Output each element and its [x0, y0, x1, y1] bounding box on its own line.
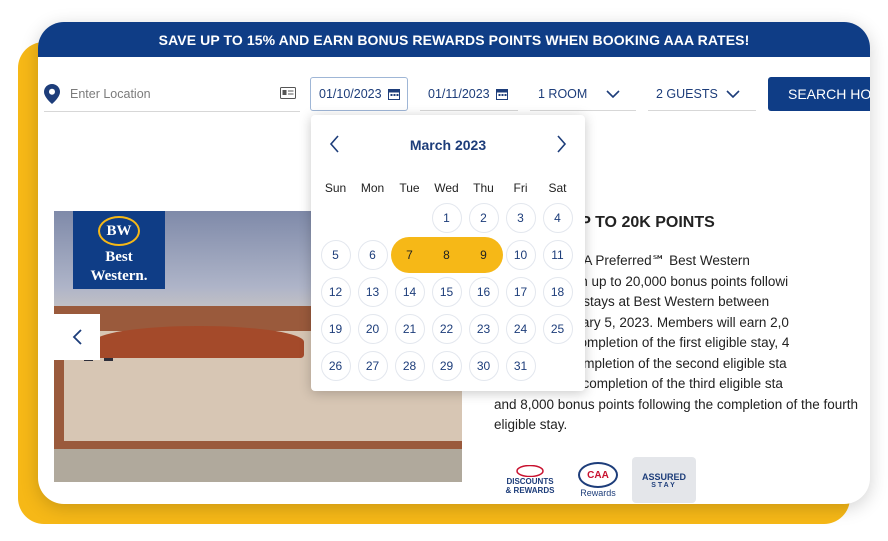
chevron-down-icon — [726, 89, 740, 98]
aaa-badge-line1: DISCOUNTS — [506, 477, 554, 486]
checkout-date-field[interactable]: 01/11/2023 — [420, 77, 518, 111]
logo-line-2: Western. — [90, 268, 148, 284]
logo-mark: BW — [98, 216, 140, 246]
search-hotels-button[interactable]: SEARCH HOT — [768, 77, 870, 111]
weekday-label: Mon — [360, 181, 385, 195]
assured-badge-line2: STAY — [651, 481, 677, 489]
calendar-day[interactable]: 17 — [505, 277, 536, 307]
location-field[interactable]: Enter Location — [44, 77, 300, 112]
calendar-day[interactable]: 26 — [320, 351, 351, 381]
calendar-day[interactable]: 28 — [394, 351, 425, 381]
calendar-day[interactable]: 23 — [468, 314, 499, 344]
caa-rewards-badge: CAA Rewards — [572, 457, 624, 503]
calendar-day[interactable]: 21 — [394, 314, 425, 344]
calendar-day[interactable]: 20 — [357, 314, 388, 344]
calendar-day[interactable]: 1 — [431, 203, 462, 233]
rooms-select[interactable]: 1 ROOM — [530, 77, 636, 111]
weekday-label: Sat — [548, 181, 567, 195]
aaa-badge-line2: & REWARDS — [505, 486, 555, 495]
caa-mark: CAA — [587, 469, 609, 481]
guests-select[interactable]: 2 GUESTS — [648, 77, 756, 111]
calendar-day[interactable]: 29 — [431, 351, 462, 381]
chevron-down-icon — [606, 89, 620, 98]
calendar-day[interactable]: 5 — [320, 240, 351, 270]
aaa-discounts-badge: DISCOUNTS & REWARDS — [500, 457, 560, 503]
calendar-icon — [387, 89, 400, 100]
checkin-date-value: 01/10/2023 — [319, 87, 382, 101]
weekday-label: Tue — [399, 181, 420, 195]
assured-stay-badge: ASSURED STAY — [632, 457, 696, 503]
calendar-day[interactable]: 8 — [432, 240, 462, 270]
calendar-day[interactable]: 27 — [357, 351, 388, 381]
carousel-prev-button[interactable] — [54, 314, 100, 360]
calendar-day[interactable]: 22 — [431, 314, 462, 344]
calendar-day[interactable]: 25 — [542, 314, 573, 344]
promo-banner: SAVE UP TO 15% AND EARN BONUS REWARDS PO… — [38, 22, 870, 57]
promo-line: eligible stay. — [494, 417, 568, 432]
calendar-day[interactable]: 10 — [505, 240, 536, 270]
location-placeholder: Enter Location — [70, 87, 151, 101]
aaa-logo-icon — [516, 465, 544, 477]
calendar-day[interactable]: 30 — [468, 351, 499, 381]
promo-banner-text: SAVE UP TO 15% AND EARN BONUS REWARDS PO… — [158, 31, 750, 48]
calendar-day[interactable]: 31 — [505, 351, 536, 381]
calendar-day[interactable]: 7 — [395, 240, 425, 270]
chevron-right-icon — [557, 135, 567, 153]
logo-line-1: Best — [105, 249, 133, 265]
rooms-value: 1 ROOM — [538, 86, 588, 101]
calendar-day[interactable]: 15 — [431, 277, 462, 307]
checkin-date-field[interactable]: 01/10/2023 — [310, 77, 408, 111]
calendar-day[interactable]: 12 — [320, 277, 351, 307]
calendar-icon — [495, 88, 508, 100]
calendar-day[interactable]: 2 — [468, 203, 499, 233]
best-western-logo: BW Best Western. — [73, 211, 165, 289]
promo-line: and 8,000 bonus points following the com… — [494, 396, 858, 412]
calendar-day[interactable]: 3 — [505, 203, 536, 233]
partner-badges: DISCOUNTS & REWARDS CAA Rewards ASSURED … — [500, 457, 740, 504]
chevron-left-icon — [72, 329, 82, 345]
calendar-day[interactable]: 6 — [357, 240, 388, 270]
checkout-date-value: 01/11/2023 — [428, 86, 490, 101]
caa-logo-icon: CAA — [578, 462, 618, 488]
calendar-day[interactable]: 14 — [394, 277, 425, 307]
calendar-day[interactable]: 9 — [469, 240, 499, 270]
date-picker-popup: March 2023 Sun Mon Tue Wed Thu Fri Sat 1 2 3 4 5 6 7 8… — [311, 115, 585, 391]
id-card-icon[interactable] — [280, 87, 296, 99]
calendar-day[interactable]: 4 — [542, 203, 573, 233]
next-month-button[interactable] — [557, 135, 567, 158]
assured-badge-line1: ASSURED — [641, 471, 686, 482]
weekday-label: Sun — [324, 181, 347, 195]
location-pin-icon — [44, 84, 60, 104]
calendar-day[interactable]: 16 — [468, 277, 499, 307]
calendar-day[interactable]: 18 — [542, 277, 573, 307]
calendar-day[interactable]: 11 — [542, 240, 573, 270]
calendar-day[interactable]: 24 — [505, 314, 536, 344]
weekday-label: Thu — [473, 181, 494, 195]
weekday-label: Fri — [513, 181, 528, 195]
guests-value: 2 GUESTS — [656, 86, 718, 101]
weekday-label: Wed — [434, 181, 459, 195]
caa-badge-label: Rewards — [580, 488, 616, 498]
calendar-day[interactable]: 13 — [357, 277, 388, 307]
calendar-day[interactable]: 19 — [320, 314, 351, 344]
calendar-month-label: March 2023 — [409, 137, 487, 153]
